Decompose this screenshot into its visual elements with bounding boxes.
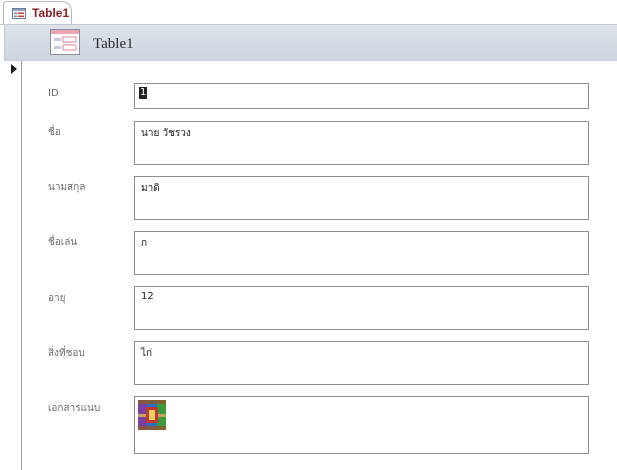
field-label-likes: สิ่งที่ชอบ — [48, 348, 85, 359]
last-name-field[interactable]: มาดิ — [134, 176, 589, 220]
age-field[interactable]: 12 — [134, 286, 589, 330]
tab-label: Table1 — [32, 6, 70, 20]
form-icon — [12, 8, 26, 19]
record-pointer-icon — [11, 64, 17, 74]
id-field[interactable]: 1 — [134, 83, 589, 109]
id-value: 1 — [139, 87, 148, 99]
attachment-field[interactable] — [134, 396, 589, 454]
likes-value: ไก่ — [141, 348, 153, 359]
field-label-id: ID — [48, 88, 59, 99]
likes-field[interactable]: ไก่ — [134, 341, 589, 385]
nickname-field[interactable]: ก — [134, 231, 589, 275]
nickname-value: ก — [141, 238, 148, 249]
first-name-value: นาย วัชรวง — [141, 128, 191, 139]
tab-table1[interactable]: Table1 — [3, 1, 72, 24]
document-tab-strip: Table1 — [0, 0, 617, 25]
age-value: 12 — [141, 291, 154, 302]
first-name-field[interactable]: นาย วัชรวง — [134, 121, 589, 165]
form-title: Table1 — [93, 36, 134, 52]
field-label-last-name: นามสกุล — [48, 182, 86, 193]
winrar-archive-icon[interactable] — [136, 399, 168, 431]
field-label-nickname: ชื่อเล่น — [48, 237, 78, 248]
field-label-attachment: เอกสารแนบ — [48, 403, 101, 414]
form-icon — [50, 29, 80, 55]
last-name-value: มาดิ — [141, 183, 160, 194]
record-selector[interactable] — [4, 61, 22, 470]
field-label-age: อายุ — [48, 293, 66, 304]
field-label-first-name: ชื่อ — [48, 127, 61, 138]
form-header: Table1 — [4, 25, 617, 61]
